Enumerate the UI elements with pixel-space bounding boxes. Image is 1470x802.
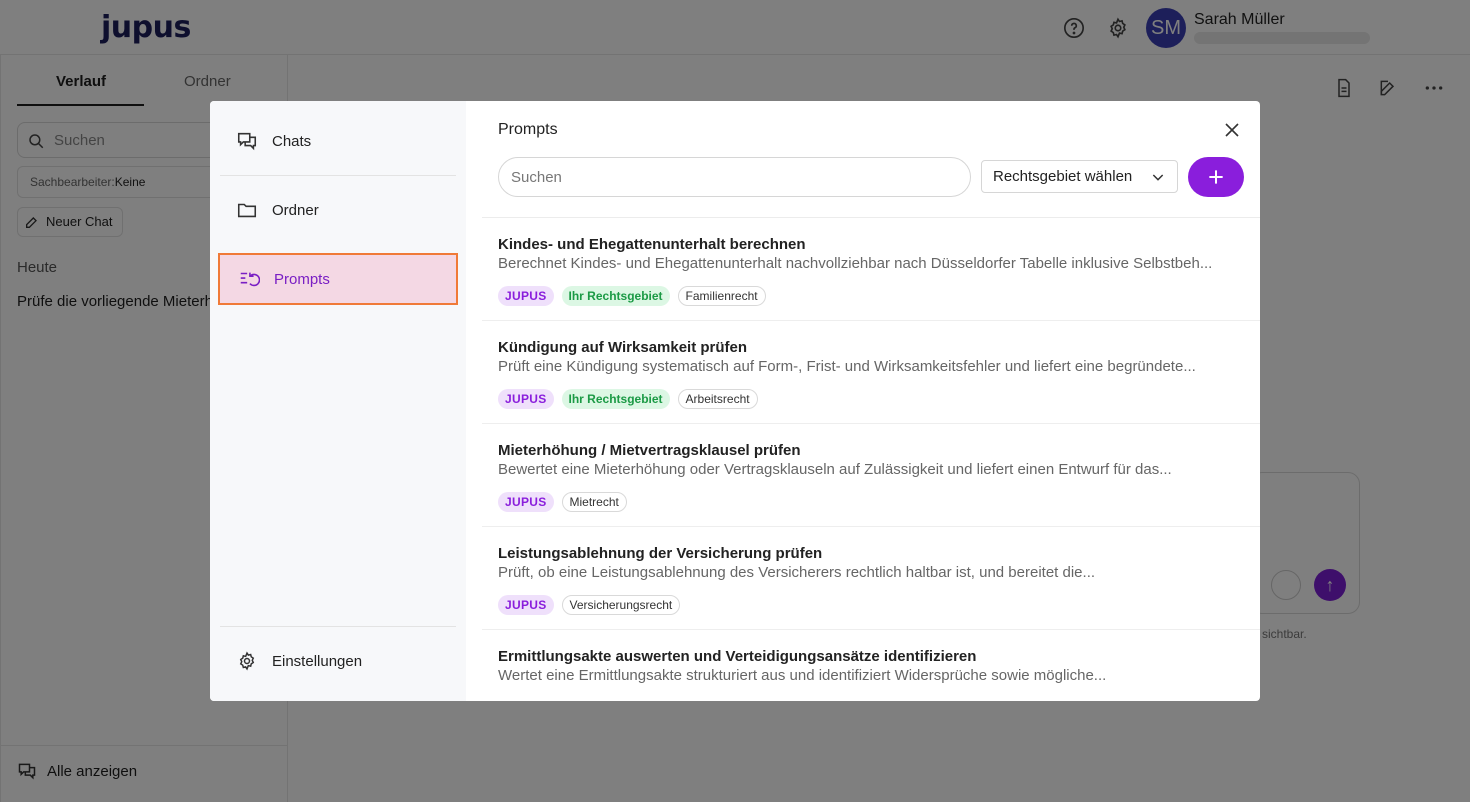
prompts-icon (238, 268, 260, 290)
prompt-item[interactable]: Ermittlungsakte auswerten und Verteidigu… (482, 630, 1260, 701)
gear-icon (236, 650, 258, 672)
prompt-item[interactable]: Mieterhöhung / Mietvertragsklausel prüfe… (482, 424, 1260, 527)
nav-item-label: Prompts (274, 270, 330, 288)
tag-own-area: Ihr Rechtsgebiet (561, 389, 670, 409)
nav-item-label: Ordner (272, 201, 319, 219)
tag-legal-area: Arbeitsrecht (677, 389, 758, 409)
tag-legal-area: Mietrecht (561, 492, 627, 512)
prompt-description: Prüft eine Kündigung systematisch auf Fo… (498, 358, 1196, 375)
prompt-title: Leistungsablehnung der Versicherung prüf… (498, 545, 823, 562)
prompts-dialog: Chats Ordner Prompts Einstellungen Promp… (210, 101, 1260, 701)
prompt-tags: JUPUS Ihr Rechtsgebiet Arbeitsrecht (498, 389, 1244, 409)
prompt-title: Kündigung auf Wirksamkeit prüfen (498, 339, 748, 356)
prompt-title: Kindes- und Ehegattenunterhalt berechnen (498, 236, 806, 253)
tag-own-area: Ihr Rechtsgebiet (561, 286, 670, 306)
prompt-list: Kindes- und Ehegattenunterhalt berechnen… (482, 218, 1260, 701)
prompt-item[interactable]: Kindes- und Ehegattenunterhalt berechnen… (482, 218, 1260, 321)
prompts-panel: Prompts Rechtsgebiet wählen Kindes- und … (466, 101, 1260, 701)
tag-jupus: JUPUS (498, 286, 554, 306)
dialog-title: Prompts (498, 121, 558, 138)
plus-icon (1209, 170, 1223, 184)
add-prompt-button[interactable] (1188, 157, 1244, 197)
prompt-tags: JUPUS Mietrecht (498, 492, 1244, 512)
dialog-nav: Chats Ordner Prompts Einstellungen (210, 101, 466, 701)
tag-legal-area: Versicherungsrecht (561, 595, 681, 615)
nav-item-chats[interactable]: Chats (218, 115, 458, 167)
nav-item-label: Chats (272, 132, 312, 150)
prompt-tags: JUPUS Ihr Rechtsgebiet Familienrecht (498, 286, 1244, 306)
tag-jupus: JUPUS (498, 595, 554, 615)
prompt-title: Ermittlungsakte auswerten und Verteidigu… (498, 648, 977, 665)
prompt-item[interactable]: Leistungsablehnung der Versicherung prüf… (482, 527, 1260, 630)
legal-area-select[interactable]: Rechtsgebiet wählen (981, 160, 1178, 193)
tag-legal-area: Familienrecht (677, 286, 766, 306)
prompt-tags: JUPUS Versicherungsrecht (498, 595, 1244, 615)
prompt-description: Berechnet Kindes- und Ehegattenunterhalt… (498, 255, 1213, 272)
close-icon (1225, 123, 1239, 137)
nav-item-label: Einstellungen (272, 652, 363, 670)
tag-jupus: JUPUS (498, 389, 554, 409)
prompt-description: Bewertet eine Mieterhöhung oder Vertrags… (498, 461, 1172, 478)
nav-item-settings[interactable]: Einstellungen (218, 635, 458, 687)
close-button[interactable] (1220, 118, 1244, 142)
nav-divider (220, 626, 456, 627)
tag-jupus: JUPUS (498, 492, 554, 512)
chats-icon (236, 130, 258, 152)
nav-divider (220, 175, 456, 176)
nav-item-ordner[interactable]: Ordner (218, 184, 458, 236)
legal-area-select-value: Rechtsgebiet wählen (993, 168, 1133, 185)
prompt-description: Wertet eine Ermittlungsakte strukturiert… (498, 667, 1107, 684)
prompt-item[interactable]: Kündigung auf Wirksamkeit prüfen Prüft e… (482, 321, 1260, 424)
nav-item-prompts[interactable]: Prompts (218, 253, 458, 305)
prompt-search-input[interactable] (498, 157, 971, 197)
prompt-title: Mieterhöhung / Mietvertragsklausel prüfe… (498, 442, 801, 459)
prompt-description: Prüft, ob eine Leistungsablehnung des Ve… (498, 564, 1096, 581)
chevron-down-icon (1152, 173, 1164, 181)
folder-icon (236, 199, 258, 221)
